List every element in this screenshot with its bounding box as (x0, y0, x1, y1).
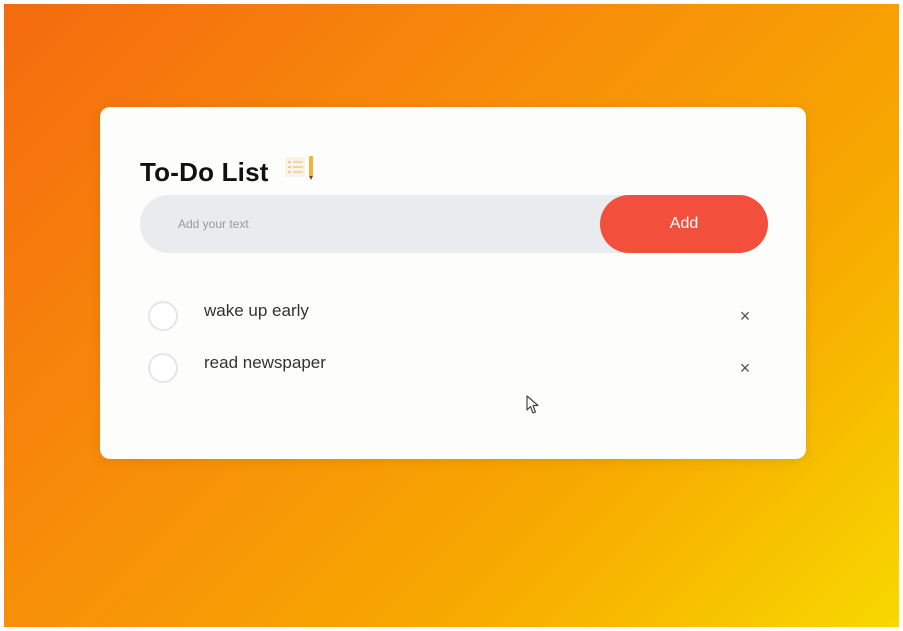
list-item[interactable]: wake up early × (148, 287, 758, 339)
todo-list: wake up early × read newspaper × (148, 287, 758, 391)
checkbox-circle[interactable] (148, 353, 178, 383)
add-button[interactable]: Add (600, 195, 768, 253)
close-icon[interactable]: × (732, 355, 758, 381)
todo-card: To-Do List Add wake up early × (100, 107, 806, 459)
todo-text: wake up early (204, 301, 309, 320)
checkbox-circle[interactable] (148, 301, 178, 331)
todo-input[interactable] (140, 195, 618, 253)
list-icon (284, 155, 313, 180)
close-icon[interactable]: × (732, 303, 758, 329)
app-background: To-Do List Add wake up early × (4, 4, 899, 627)
mouse-cursor-icon (526, 395, 539, 414)
input-container: Add (140, 195, 768, 253)
header: To-Do List (140, 155, 317, 188)
page-title: To-Do List (140, 157, 269, 187)
list-item[interactable]: read newspaper × (148, 339, 758, 391)
todo-text: read newspaper (204, 353, 326, 372)
